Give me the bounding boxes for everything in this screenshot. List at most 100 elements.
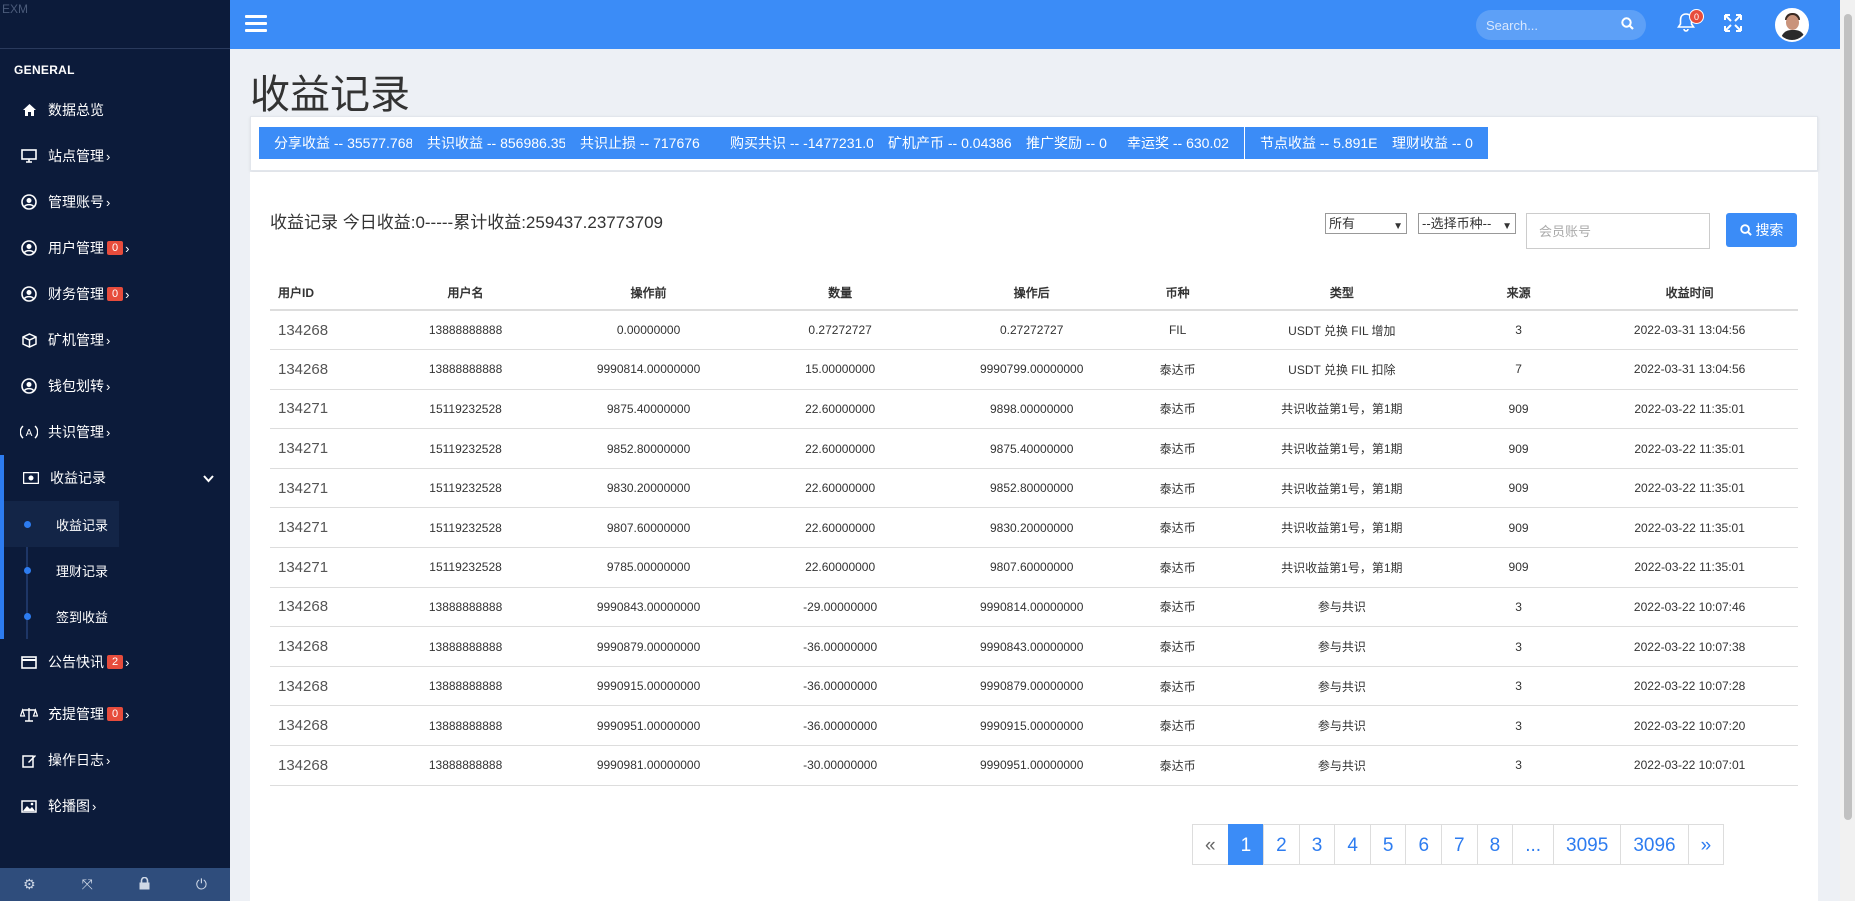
menu-toggle-icon[interactable] (245, 15, 267, 34)
table-cell: 22.60000000 (744, 428, 936, 469)
table-cell: 泰达币 (1127, 428, 1228, 469)
chevron-right-icon: › (106, 752, 111, 768)
sidebar-item-label: 财务管理 (48, 286, 104, 302)
pagination-page-button[interactable]: 5 (1369, 824, 1407, 865)
sidebar-item-label: 共识管理 (48, 424, 104, 440)
sidebar-item-label: 用户管理 (48, 240, 104, 256)
table-cell: 134268 (270, 310, 379, 351)
search-input[interactable] (1476, 10, 1616, 40)
column-header[interactable]: 类型 (1227, 276, 1456, 311)
column-header[interactable]: 用户ID (270, 276, 379, 311)
table-cell: 2022-03-31 13:04:56 (1581, 349, 1798, 390)
table-cell: 15119232528 (378, 547, 553, 588)
search-button[interactable]: 搜索 (1726, 213, 1797, 247)
sidebar-item-bottom-3[interactable]: 轮播图 › (0, 783, 230, 829)
summary-chip[interactable]: 分享收益 -- 35577.768 (259, 127, 429, 159)
pagination-page-button[interactable]: 4 (1334, 824, 1371, 865)
pagination-page-button[interactable]: 6 (1405, 824, 1443, 865)
sidebar-item-top-1[interactable]: 站点管理 › (0, 133, 230, 179)
fullscreen-icon[interactable] (1724, 14, 1742, 37)
sidebar-item-earnings[interactable]: 收益记录 (0, 455, 230, 501)
sidebar-item-label: 轮播图 (48, 798, 90, 814)
bullet-dot (24, 567, 31, 574)
pagination-page-button[interactable]: 3096 (1620, 824, 1689, 865)
sidebar-item-top-2[interactable]: 管理账号 › (0, 179, 230, 225)
search-icon (1739, 224, 1752, 236)
sidebar-item-top-4[interactable]: 财务管理 0 › (0, 271, 230, 317)
summary-chip[interactable]: 矿机产币 -- 0.04386 (873, 127, 1027, 159)
column-header[interactable]: 数量 (744, 276, 936, 311)
sidebar-item-bottom-1[interactable]: 充提管理 0 › (0, 691, 230, 737)
scrollbar-thumb[interactable] (1844, 14, 1852, 820)
column-header[interactable]: 币种 (1127, 276, 1228, 311)
settings-icon[interactable]: ⚙ (23, 876, 36, 893)
avatar[interactable] (1775, 8, 1809, 42)
table-cell: 9852.80000000 (935, 468, 1128, 509)
sidebar-item-bottom-0[interactable]: 公告快讯 2 › (0, 639, 230, 685)
coin-filter-select[interactable]: --选择币种-- ▼ (1418, 213, 1516, 234)
search-icon[interactable] (1621, 17, 1634, 33)
summary-chip[interactable]: 幸运奖 -- 630.02 (1112, 127, 1244, 159)
sidebar-item-top-5[interactable]: 矿机管理 › (0, 317, 230, 363)
sidebar-item-top-3[interactable]: 用户管理 0 › (0, 225, 230, 271)
table-cell: 9830.20000000 (552, 468, 745, 509)
table-row: 134268 13888888888 9990814.00000000 15.0000… (270, 349, 1798, 390)
table-cell: 9990915.00000000 (935, 705, 1128, 747)
table-row: 134271 15119232528 9830.20000000 22.6000000… (270, 468, 1798, 509)
table-cell: 13888888888 (378, 745, 553, 786)
submenu-item-label: 签到收益 (56, 609, 109, 625)
coin-icon: A (20, 423, 38, 441)
chevron-right-icon: › (106, 332, 111, 348)
sidebar-item-top-7[interactable]: A 共识管理 › (0, 409, 230, 455)
home-icon (20, 101, 38, 119)
column-header[interactable]: 用户名 (378, 276, 553, 311)
vertical-scrollbar[interactable] (1840, 0, 1855, 901)
pagination-prev-button[interactable]: « (1192, 824, 1229, 865)
column-header[interactable]: 收益时间 (1581, 276, 1798, 311)
table-cell: 泰达币 (1127, 587, 1228, 628)
lock-icon[interactable] (139, 876, 150, 893)
sidebar-item-label: 数据总览 (48, 102, 104, 118)
sidebar-item-top-0[interactable]: 数据总览 (0, 87, 230, 133)
pagination-page-button[interactable]: 7 (1441, 824, 1478, 865)
table-cell: 9807.60000000 (935, 547, 1128, 588)
pagination-page-button[interactable]: ... (1512, 824, 1555, 865)
submenu-item[interactable]: 收益记录 (4, 501, 119, 547)
table-cell: 0.27272727 (744, 310, 936, 351)
summary-chip[interactable]: 共识止损 -- 717676 (565, 127, 715, 159)
column-header[interactable]: 操作后 (935, 276, 1128, 311)
pagination-page-button[interactable]: 1 (1227, 824, 1265, 865)
table-cell: 3 (1455, 310, 1582, 351)
status-filter-select[interactable]: 所有 ▼ (1325, 213, 1407, 234)
table-cell: 泰达币 (1127, 349, 1228, 390)
column-header[interactable]: 来源 (1455, 276, 1582, 311)
table-cell: 22.60000000 (744, 507, 936, 549)
table-cell: 134271 (270, 507, 379, 549)
summary-chip[interactable]: 推广奖励 -- 0 (1011, 127, 1122, 159)
member-account-input[interactable] (1526, 213, 1710, 249)
chevron-right-icon: › (92, 798, 97, 814)
table-cell: 9990951.00000000 (935, 745, 1128, 786)
submenu-item[interactable]: 理财记录 (4, 547, 230, 593)
notification-bell-icon[interactable]: 0 (1677, 9, 1704, 37)
table-cell: 9990879.00000000 (552, 626, 745, 667)
pagination-page-button[interactable]: 8 (1476, 824, 1514, 865)
table-cell: 9990799.00000000 (935, 349, 1128, 390)
sidebar-item-bottom-2[interactable]: 操作日志 › (0, 737, 230, 783)
window-icon (20, 653, 38, 671)
submenu-item[interactable]: 签到收益 (4, 593, 230, 639)
pagination-next-button[interactable]: » (1687, 824, 1725, 865)
power-icon[interactable]: ⏻ (196, 876, 207, 893)
sidebar-item-top-6[interactable]: 钱包划转 › (0, 363, 230, 409)
summary-chip[interactable]: 理财收益 -- 0 (1377, 127, 1488, 159)
fullscreen-icon[interactable]: ⤧ (82, 876, 93, 893)
table-cell: 泰达币 (1127, 626, 1228, 667)
table-cell: 13888888888 (378, 626, 553, 667)
table-cell: 134268 (270, 745, 379, 786)
column-header[interactable]: 操作前 (552, 276, 745, 311)
summary-chip[interactable]: 共识收益 -- 856986.35 (412, 127, 582, 159)
chevron-right-icon: › (125, 286, 130, 302)
pagination-page-button[interactable]: 3095 (1553, 824, 1622, 865)
pagination-page-button[interactable]: 2 (1263, 824, 1300, 865)
pagination-page-button[interactable]: 3 (1298, 824, 1336, 865)
